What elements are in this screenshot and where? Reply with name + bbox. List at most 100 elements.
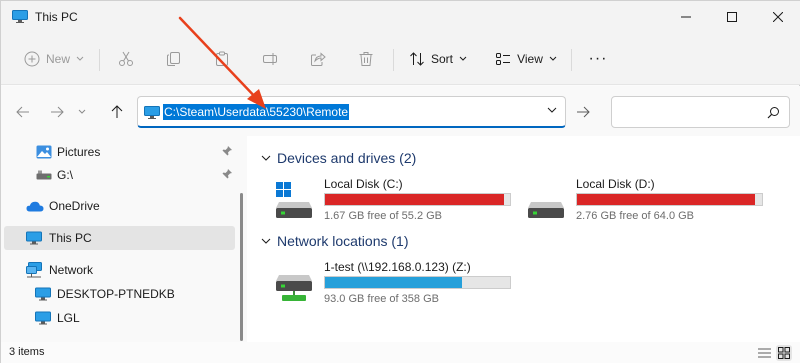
navpane-scrollbar[interactable] [240, 193, 243, 341]
more-options-button[interactable]: ··· [583, 43, 613, 75]
maximize-icon [727, 12, 737, 22]
nav-item-network[interactable]: Network [1, 258, 235, 282]
tiles-view-icon [778, 347, 790, 359]
navigation-pane: Pictures G:\ OneDrive This PC Network DE… [1, 136, 247, 342]
share-button[interactable] [303, 43, 333, 75]
forward-button[interactable] [45, 100, 69, 124]
drive-usage-fill [325, 194, 505, 205]
sort-label: Sort [430, 52, 453, 66]
close-icon [773, 12, 783, 22]
sort-icon [410, 52, 424, 66]
address-row: C:\Steam\Userdata\55230\Remote [1, 86, 800, 136]
maximize-button[interactable] [709, 1, 755, 33]
drive-item-c[interactable]: Local Disk (C:) 1.67 GB free of 55.2 GB [276, 176, 516, 224]
this-pc-icon [12, 10, 28, 23]
rename-button[interactable] [255, 43, 285, 75]
view-button[interactable]: View [493, 43, 559, 75]
copy-button[interactable] [159, 43, 189, 75]
drive-usage-fill [325, 277, 462, 288]
title-bar: This PC [1, 1, 800, 33]
view-label: View [517, 52, 543, 66]
pictures-icon [36, 145, 52, 159]
drive-item-d[interactable]: Local Disk (D:) 2.76 GB free of 64.0 GB [528, 176, 768, 224]
paste-button[interactable] [207, 43, 237, 75]
command-bar: New Sort View ··· [1, 33, 800, 85]
devices-and-drives-header[interactable]: Devices and drives (2) [259, 148, 416, 168]
nav-item-label: G:\ [57, 168, 74, 182]
view-icon [496, 53, 511, 65]
drive-icon [36, 170, 52, 180]
trash-icon [359, 52, 373, 66]
drive-usage-bar [324, 276, 511, 289]
drive-free-space: 2.76 GB free of 64.0 GB [576, 210, 695, 222]
chevron-down-icon [459, 56, 467, 61]
chevron-down-icon [261, 155, 271, 161]
nav-item-this-pc[interactable]: This PC [4, 226, 235, 250]
chevron-down-icon [78, 109, 86, 114]
arrow-right-icon [577, 106, 590, 118]
share-icon [311, 52, 326, 66]
nav-item-lgl[interactable]: LGL [1, 306, 235, 330]
new-button[interactable]: New [17, 43, 91, 75]
computer-icon [35, 311, 51, 325]
arrow-left-icon [16, 106, 29, 118]
toolbar-divider [571, 49, 572, 71]
chevron-down-icon[interactable] [547, 107, 557, 114]
details-view-button[interactable] [756, 345, 772, 361]
recent-locations-button[interactable] [75, 100, 89, 124]
drive-item-z[interactable]: 1-test (\\192.168.0.123) (Z:) 93.0 GB fr… [276, 259, 516, 307]
drive-free-space: 93.0 GB free of 358 GB [324, 293, 439, 305]
window-title: This PC [35, 10, 78, 24]
drive-icon [528, 202, 564, 218]
drive-name: Local Disk (C:) [324, 177, 403, 191]
drive-free-space: 1.67 GB free of 55.2 GB [324, 210, 443, 222]
nav-item-desktop-ptnedkb[interactable]: DESKTOP-PTNEDKB [1, 282, 235, 306]
paste-icon [216, 51, 228, 66]
computer-icon [35, 287, 51, 301]
chevron-down-icon [76, 56, 84, 61]
back-button[interactable] [11, 100, 35, 124]
network-icon [26, 262, 42, 278]
windows-drive-icon [276, 182, 312, 218]
content-area: Devices and drives (2) Local Disk (C:) 1… [247, 136, 800, 342]
arrow-up-icon [111, 105, 123, 118]
rename-icon [263, 53, 277, 65]
cut-button[interactable] [111, 43, 141, 75]
file-explorer-window: This PC New Sort View ··· C:\Steam\Userd… [0, 0, 800, 363]
pin-icon[interactable] [221, 145, 233, 157]
nav-item-label: This PC [49, 231, 92, 245]
section-title: Network locations (1) [277, 233, 409, 249]
go-button[interactable] [569, 96, 597, 128]
drive-usage-bar [324, 193, 511, 206]
nav-item-pictures[interactable]: Pictures [1, 140, 235, 164]
toolbar-divider [99, 49, 100, 71]
close-button[interactable] [755, 1, 800, 33]
nav-item-label: DESKTOP-PTNEDKB [57, 287, 175, 301]
chevron-down-icon [549, 56, 557, 61]
address-bar[interactable]: C:\Steam\Userdata\55230\Remote [137, 96, 566, 128]
address-path[interactable]: C:\Steam\Userdata\55230\Remote [163, 104, 350, 120]
arrow-right-icon [51, 106, 64, 118]
network-locations-header[interactable]: Network locations (1) [259, 231, 409, 251]
details-view-icon [757, 348, 771, 358]
nav-item-g-drive[interactable]: G:\ [1, 163, 235, 187]
new-plus-icon [24, 51, 40, 67]
up-button[interactable] [105, 100, 129, 124]
nav-item-label: Pictures [57, 145, 101, 159]
nav-item-onedrive[interactable]: OneDrive [1, 194, 235, 218]
pin-icon[interactable] [221, 168, 233, 180]
toolbar-divider [393, 49, 394, 71]
cut-icon [119, 51, 133, 66]
network-drive-icon [276, 275, 312, 301]
section-title: Devices and drives (2) [277, 150, 417, 166]
tiles-view-button[interactable] [776, 345, 792, 361]
drive-usage-bar [576, 193, 763, 206]
chevron-down-icon [261, 238, 271, 244]
search-input[interactable] [611, 96, 790, 128]
sort-button[interactable]: Sort [405, 43, 471, 75]
delete-button[interactable] [351, 43, 381, 75]
minimize-button[interactable] [663, 1, 709, 33]
new-label: New [45, 52, 70, 66]
item-count: 3 items [9, 346, 45, 358]
nav-item-label: Network [49, 263, 94, 277]
